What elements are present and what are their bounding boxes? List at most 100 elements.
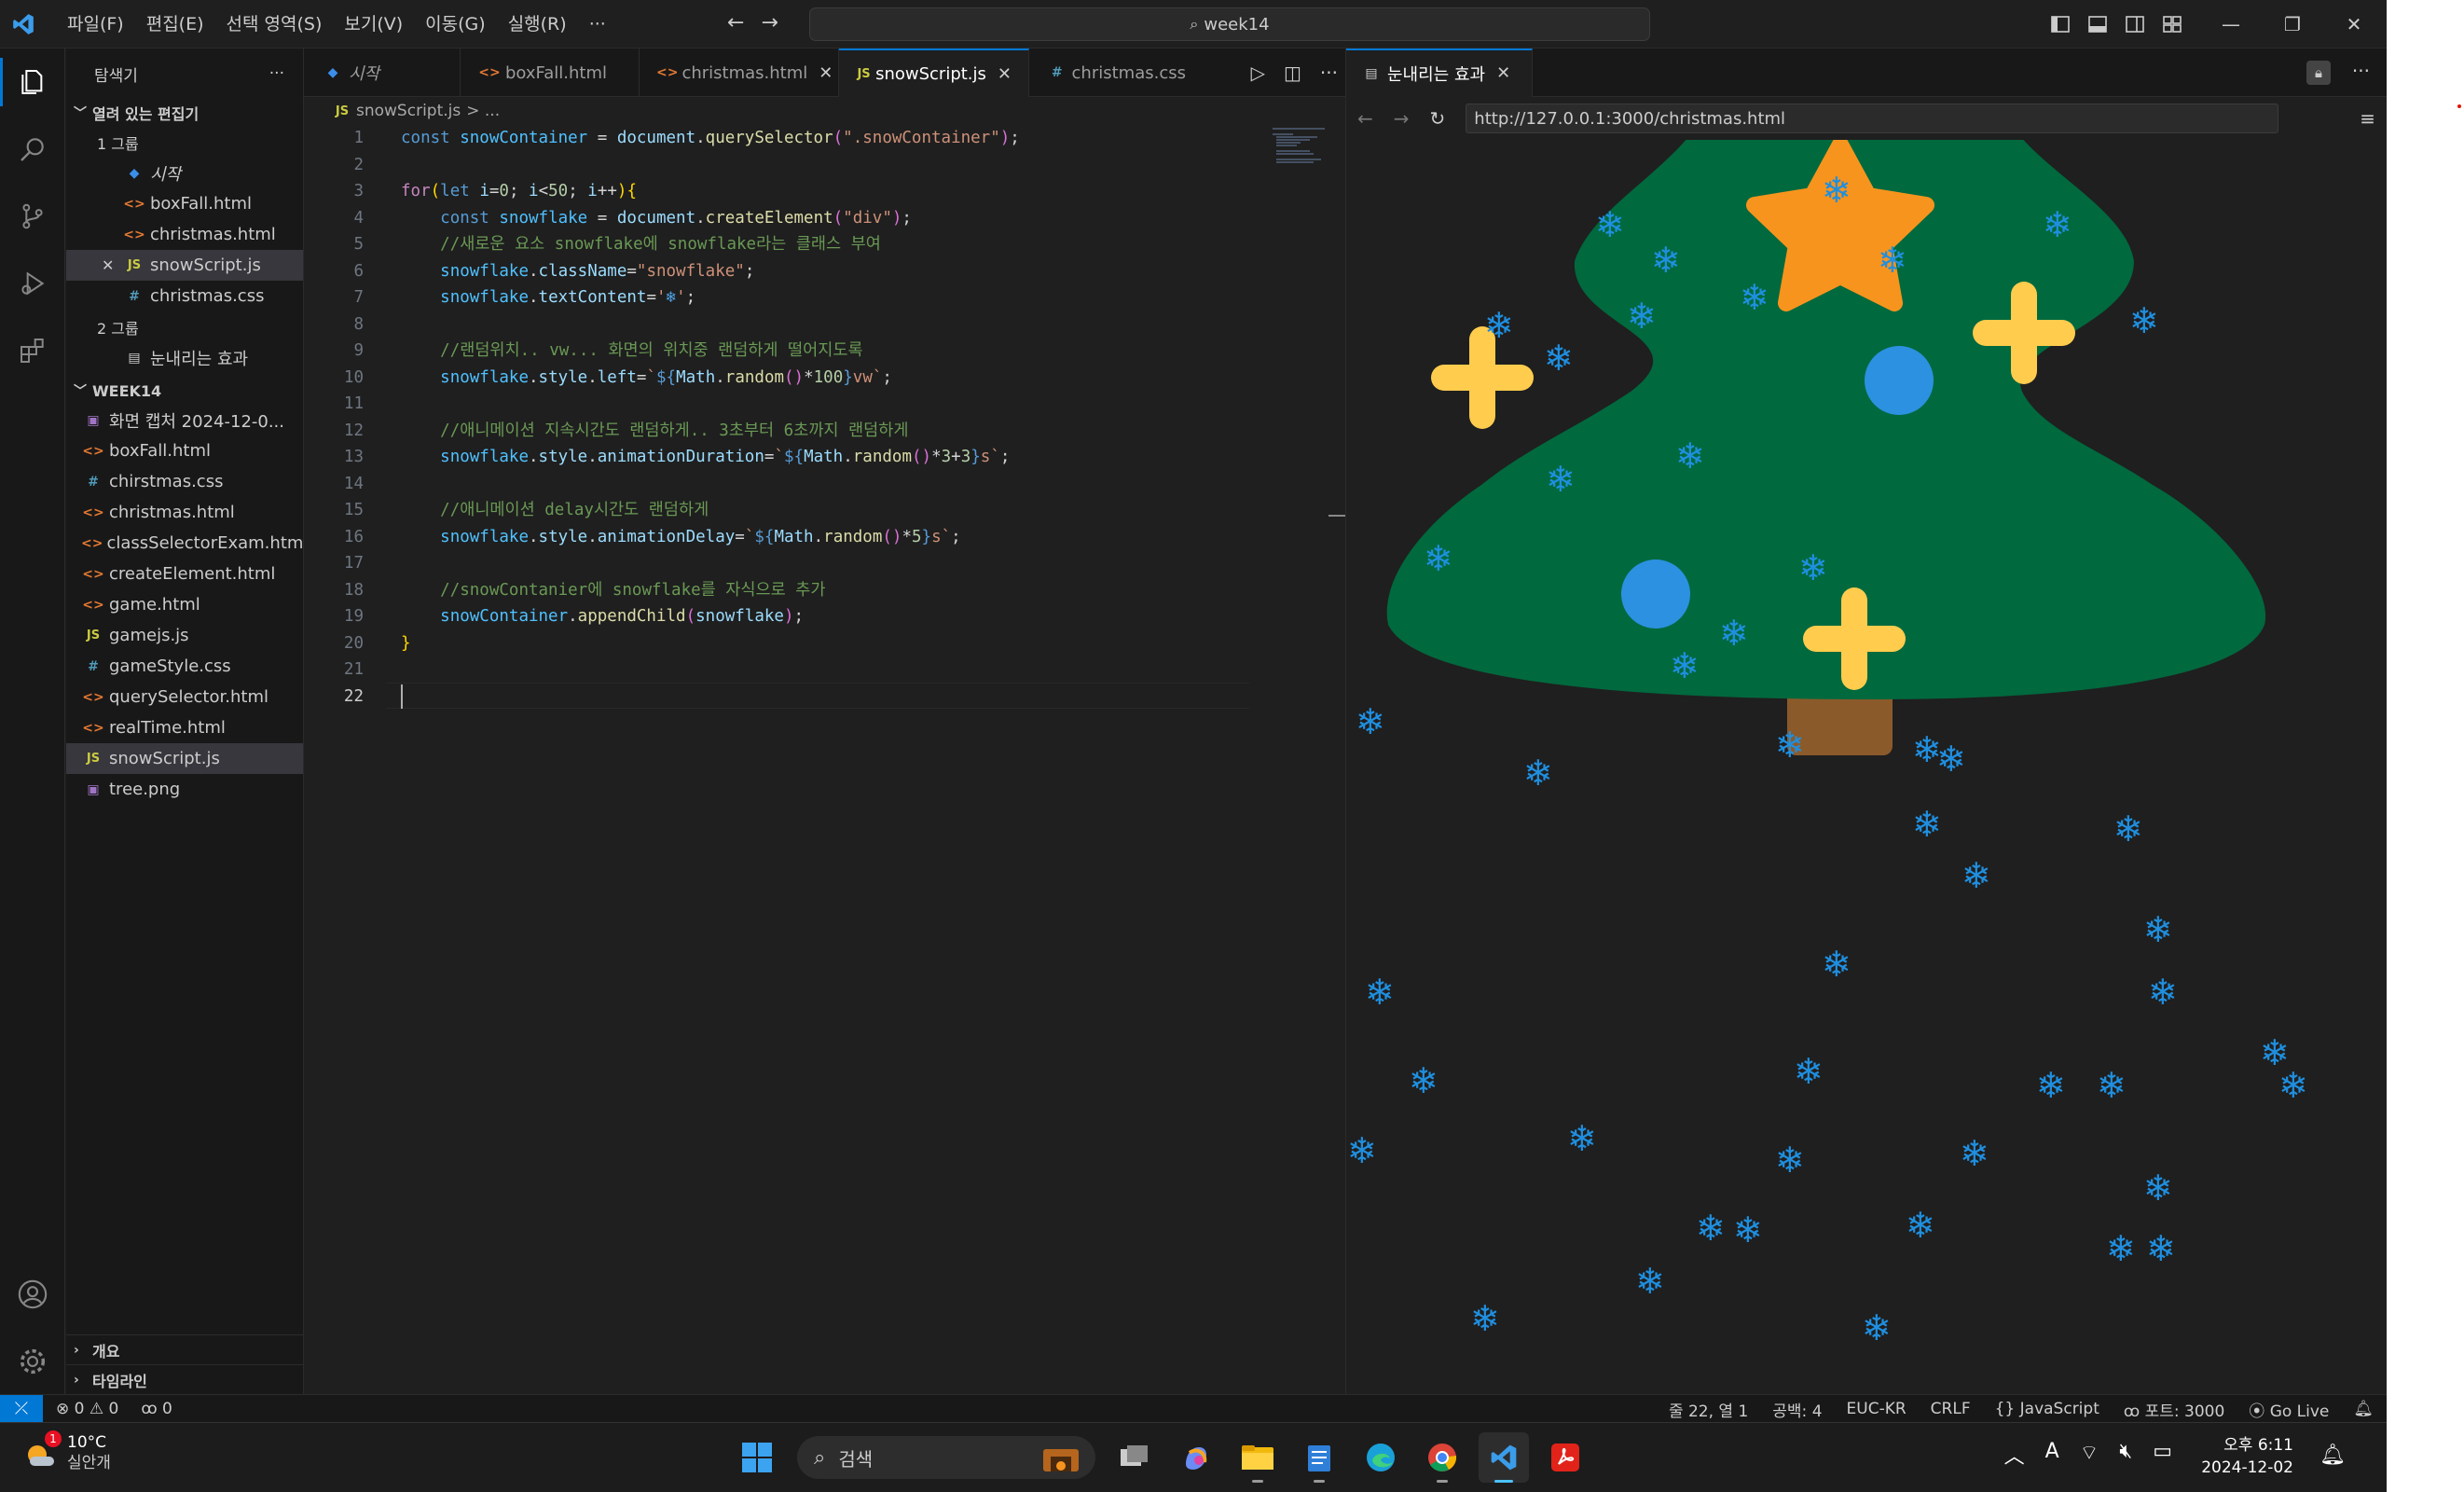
file-item-selected[interactable]: JS snowScript.js: [66, 743, 303, 774]
explorer-more-icon[interactable]: ···: [269, 64, 284, 83]
outline-section[interactable]: › 개요: [66, 1334, 304, 1364]
split-editor-icon[interactable]: ◫: [1284, 62, 1301, 84]
file-item[interactable]: ▣ tree.png: [66, 774, 303, 805]
file-item[interactable]: <> createElement.html: [66, 559, 303, 589]
minimize-icon[interactable]: —: [2200, 0, 2262, 48]
file-item[interactable]: # gameStyle.css: [66, 651, 303, 682]
toggle-sidebar-icon[interactable]: [2042, 0, 2079, 48]
tab-christmas-html[interactable]: <> christmas.html ✕: [640, 48, 839, 97]
tab-boxfall[interactable]: <> boxFall.html: [461, 48, 640, 97]
open-editor-item[interactable]: # christmas.css: [66, 281, 303, 311]
menu-run[interactable]: 실행(R): [497, 0, 578, 48]
scrollbar-indicator[interactable]: [1328, 515, 1345, 517]
edge-browser-icon[interactable]: [1356, 1432, 1406, 1483]
port-indicator[interactable]: ꝏ 포트: 3000: [2124, 1398, 2224, 1421]
chrome-browser-icon[interactable]: [1417, 1432, 1467, 1483]
extensions-icon[interactable]: [0, 317, 65, 384]
run-icon[interactable]: ▷: [1251, 62, 1265, 84]
copilot-icon[interactable]: [1171, 1432, 1221, 1483]
start-windows-icon[interactable]: [732, 1432, 782, 1483]
go-live-button[interactable]: ⦿ Go Live: [2249, 1398, 2329, 1421]
back-arrow-icon[interactable]: ←: [727, 11, 744, 35]
close-tab-icon[interactable]: ✕: [998, 64, 1012, 84]
close-tab-icon[interactable]: ✕: [819, 63, 833, 83]
file-item[interactable]: <> querySelector.html: [66, 682, 303, 712]
taskbar-search[interactable]: ⌕ 검색: [797, 1436, 1095, 1479]
file-item[interactable]: # chirstmas.css: [66, 466, 303, 497]
file-item[interactable]: <> boxFall.html: [66, 435, 303, 466]
file-item[interactable]: <> classSelectorExam.html: [66, 528, 303, 559]
clock[interactable]: 오후 6:11 2024-12-02: [2201, 1434, 2293, 1479]
url-input[interactable]: http://127.0.0.1:3000/christmas.html: [1466, 104, 2279, 133]
indentation[interactable]: 공백: 4: [1772, 1398, 1822, 1421]
group-1-header[interactable]: 1 그룹: [66, 127, 303, 158]
accounts-icon[interactable]: [0, 1261, 65, 1328]
file-item[interactable]: <> game.html: [66, 589, 303, 620]
back-arrow-icon[interactable]: ←: [1357, 107, 1373, 130]
open-editor-item[interactable]: <> boxFall.html: [66, 188, 303, 219]
encoding[interactable]: EUC-KR: [1847, 1400, 1907, 1418]
toggle-secondary-sidebar-icon[interactable]: [2116, 0, 2154, 48]
cursor-position[interactable]: 줄 22, 열 1: [1669, 1398, 1748, 1421]
open-editor-item[interactable]: ◆ 시작: [66, 158, 303, 188]
open-editor-item[interactable]: ▤ 눈내리는 효과: [66, 342, 303, 373]
tab-preview[interactable]: ▤ 눈내리는 효과 ✕: [1346, 48, 1533, 97]
close-window-icon[interactable]: ✕: [2323, 0, 2385, 48]
chevron-up-icon[interactable]: ︿: [2004, 1440, 2025, 1470]
notification-bell-icon[interactable]: 🔔︎: [2319, 1444, 2346, 1467]
menu-view[interactable]: 보기(V): [333, 0, 414, 48]
group-2-header[interactable]: 2 그룹: [66, 311, 303, 342]
battery-icon[interactable]: ▭: [2153, 1440, 2172, 1470]
remote-indicator-icon[interactable]: ⤫: [0, 1394, 43, 1423]
close-editor-icon[interactable]: ✕: [102, 256, 122, 274]
source-control-icon[interactable]: [0, 183, 65, 250]
forward-arrow-icon[interactable]: →: [1394, 107, 1410, 130]
file-item[interactable]: JS gamejs.js: [66, 620, 303, 651]
minimap[interactable]: [1273, 127, 1328, 164]
menu-selection[interactable]: 선택 영역(S): [215, 0, 334, 48]
file-item[interactable]: <> christmas.html: [66, 497, 303, 528]
task-view-icon[interactable]: [1109, 1432, 1160, 1483]
open-editor-item[interactable]: <> christmas.html: [66, 219, 303, 250]
customize-layout-icon[interactable]: [2154, 0, 2191, 48]
breadcrumb-rest[interactable]: > ...: [466, 102, 500, 120]
vscode-taskbar-icon[interactable]: [1479, 1432, 1529, 1483]
volume-muted-icon[interactable]: 🔇︎: [2119, 1440, 2132, 1470]
tab-start[interactable]: ◆ 시작: [304, 48, 461, 97]
settings-gear-icon[interactable]: [0, 1328, 65, 1395]
file-explorer-icon[interactable]: [1232, 1432, 1283, 1483]
restore-icon[interactable]: ❐: [2262, 0, 2323, 48]
ime-indicator[interactable]: A: [2045, 1440, 2059, 1470]
weather-widget[interactable]: 1 10°C 실안개: [24, 1430, 111, 1473]
close-tab-icon[interactable]: ✕: [1496, 63, 1510, 83]
menu-edit[interactable]: 편집(E): [135, 0, 215, 48]
tab-snowscript-js[interactable]: JS snowScript.js ✕: [839, 48, 1029, 97]
open-editor-item-selected[interactable]: ✕ JS snowScript.js: [66, 250, 303, 281]
toggle-panel-icon[interactable]: [2079, 0, 2116, 48]
notifications-bell-icon[interactable]: 🔔︎: [2353, 1400, 2374, 1418]
run-debug-icon[interactable]: [0, 250, 65, 317]
more-actions-icon[interactable]: ···: [2352, 60, 2370, 82]
command-center-search[interactable]: ⌕ week14: [809, 7, 1650, 41]
timeline-section[interactable]: › 타임라인: [66, 1364, 304, 1394]
breadcrumb-file[interactable]: snowScript.js: [356, 102, 461, 120]
ports-indicator[interactable]: ꝏ 0: [141, 1400, 172, 1418]
forward-arrow-icon[interactable]: →: [761, 11, 778, 35]
workspace-folder-section[interactable]: ﹀ WEEK14: [66, 377, 303, 405]
menu-lines-icon[interactable]: ≡: [2360, 107, 2375, 130]
search-view-icon[interactable]: [0, 116, 65, 183]
open-editors-section[interactable]: ﹀ 열려 있는 편집기: [66, 99, 303, 127]
explorer-icon[interactable]: [0, 48, 65, 116]
reload-icon[interactable]: ↻: [1430, 107, 1446, 130]
lock-group-icon[interactable]: 🔒︎: [2306, 61, 2331, 85]
file-item[interactable]: ▣ 화면 캡처 2024-12-0...: [66, 405, 303, 435]
menu-go[interactable]: 이동(G): [414, 0, 497, 48]
acrobat-icon[interactable]: [1540, 1432, 1590, 1483]
tab-christmas-css[interactable]: # christmas.css: [1029, 48, 1203, 97]
problems-indicator[interactable]: ⊗ 0 ⚠ 0: [56, 1400, 118, 1418]
wifi-icon[interactable]: ⌔: [2080, 1440, 2099, 1470]
menu-file[interactable]: 파일(F): [56, 0, 135, 48]
notepad-icon[interactable]: [1294, 1432, 1344, 1483]
more-actions-icon[interactable]: ···: [1320, 62, 1338, 84]
file-item[interactable]: <> realTime.html: [66, 712, 303, 743]
